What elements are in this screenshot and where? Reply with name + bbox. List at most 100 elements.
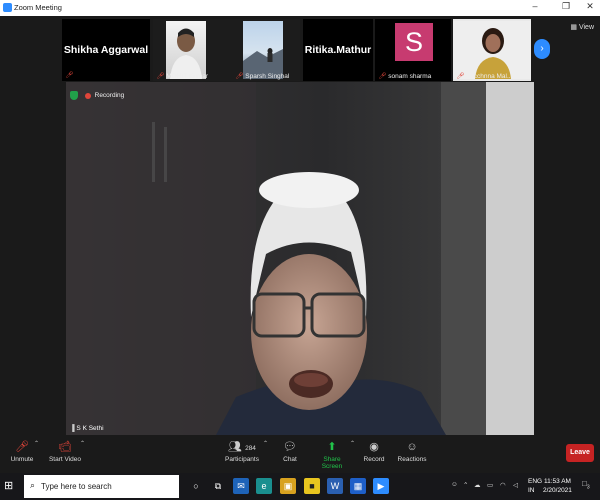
participant-name: Yacchnna Mal... xyxy=(466,73,513,80)
share-screen-button[interactable]: ⬆︎ Share Screen xyxy=(313,438,351,470)
edge-icon[interactable]: e xyxy=(256,478,272,494)
participants-icon: 👥︎ 284 xyxy=(228,441,256,453)
search-placeholder: Type here to search xyxy=(41,482,112,491)
signal-icon: ▐ xyxy=(70,425,75,432)
language-bottom: IN xyxy=(528,487,535,494)
chevron-up-icon[interactable]: ⌃ xyxy=(34,440,39,447)
participant-tile[interactable]: Shikha Aggarwal 🎤︎ xyxy=(62,19,150,81)
taskbar: ⊞ ⌕ Type here to search ○ ⧉ ✉ e ▣ ■ W ▦ … xyxy=(0,473,600,500)
mic-muted-footer: 🎤︎ xyxy=(65,71,75,79)
participant-tile[interactable]: 🎤︎ Sparsh Singhal xyxy=(232,19,300,81)
recording-indicator: Recording xyxy=(70,91,124,100)
participant-video xyxy=(453,21,531,79)
mic-muted-icon: 🎤︎ xyxy=(235,73,244,80)
clock-time: 11:53 AM xyxy=(543,478,571,485)
taskbar-search-box[interactable]: ⌕ Type here to search xyxy=(24,475,179,498)
smiley-icon: ☺ xyxy=(406,441,418,453)
person-photo xyxy=(475,28,511,79)
reactions-button[interactable]: ☺ Reactions xyxy=(397,438,427,463)
recording-dot-icon xyxy=(84,92,91,99)
wifi-icon[interactable]: ◠ xyxy=(500,481,506,489)
task-view-icon[interactable]: ⧉ xyxy=(210,478,226,494)
notification-icon[interactable]: □3 xyxy=(582,479,590,491)
reactions-label: Reactions xyxy=(397,456,427,463)
clock-date: 2/20/2021 xyxy=(543,487,572,494)
zoom-app-icon xyxy=(3,3,12,12)
speaker-video-frame xyxy=(66,82,534,435)
participant-footer: 🎤︎ MOHIT Kumar xyxy=(156,72,208,80)
speaker-name-tag: ▐ S K Sethi xyxy=(70,425,104,432)
participant-tile[interactable]: 🎤︎ MOHIT Kumar xyxy=(153,19,244,81)
search-icon: ⌕ xyxy=(30,480,36,490)
participant-footer: 🎤︎ Sparsh Singhal xyxy=(235,72,289,80)
record-label: Record xyxy=(363,456,385,463)
participant-name: sonam sharma xyxy=(388,73,432,80)
store-icon[interactable]: ▦ xyxy=(350,478,366,494)
word-icon[interactable]: W xyxy=(327,478,343,494)
start-video-button[interactable]: 📹︎ Start Video xyxy=(48,438,82,463)
window-title: Zoom Meeting xyxy=(14,3,62,12)
participant-video xyxy=(243,21,283,79)
chat-button[interactable]: 💬︎ Chat xyxy=(280,438,300,463)
participant-name: Ritika.Mathur xyxy=(304,44,372,56)
mic-muted-icon: 🎤︎ xyxy=(15,441,29,453)
speaker-video[interactable]: Recording ▐ S K Sethi xyxy=(66,82,534,435)
mail-icon[interactable]: ✉ xyxy=(233,478,249,494)
speaker-name: S K Sethi xyxy=(76,425,104,432)
mic-muted-icon: 🎤︎ xyxy=(378,73,387,80)
record-button[interactable]: ◉ Record xyxy=(362,438,386,463)
participants-count: 284 xyxy=(245,445,256,452)
next-page-button[interactable]: › xyxy=(534,39,550,59)
participant-name: MOHIT Kumar xyxy=(166,73,209,80)
chevron-up-icon[interactable]: ⌃ xyxy=(350,440,355,447)
mic-muted-icon: 🎤︎ xyxy=(456,73,465,80)
language-top: ENG xyxy=(528,478,543,485)
record-icon: ◉ xyxy=(369,441,379,453)
gallery-strip: Shikha Aggarwal 🎤︎ 🎤︎ MOHIT Kumar 🎤︎ Spars… xyxy=(0,16,600,82)
start-video-label: Start Video xyxy=(48,456,82,463)
sticky-notes-icon[interactable]: ■ xyxy=(304,478,320,494)
mic-muted-icon: 🎤︎ xyxy=(65,72,74,79)
view-label: View xyxy=(578,24,594,31)
meeting-toolbar: 🎤︎ Unmute ⌃ 📹︎ Start Video ⌃ 👥︎ 284 Part… xyxy=(0,435,600,473)
language-indicator[interactable]: ENG IN xyxy=(528,477,542,495)
chevron-up-icon[interactable]: ⌃ xyxy=(463,481,468,489)
participant-tile[interactable]: 🎤︎ Yacchnna Mal... xyxy=(453,19,531,81)
minimize-button[interactable]: – xyxy=(528,1,542,14)
close-button[interactable]: ✕ xyxy=(583,1,597,14)
file-explorer-icon[interactable]: ▣ xyxy=(280,478,296,494)
grid-icon: ▦ xyxy=(570,24,577,31)
people-icon[interactable]: ☺ xyxy=(451,481,458,488)
landscape-photo xyxy=(243,48,283,79)
onedrive-icon[interactable]: ☁ xyxy=(474,481,481,489)
share-screen-label: Share Screen xyxy=(321,456,343,470)
chat-label: Chat xyxy=(283,456,297,463)
cortana-icon[interactable]: ○ xyxy=(188,478,204,494)
participant-video xyxy=(166,21,206,79)
mic-muted-icon: 🎤︎ xyxy=(156,73,165,80)
maximize-button[interactable]: ❐ xyxy=(559,1,573,14)
participant-name: Shikha Aggarwal xyxy=(63,44,149,56)
volume-icon[interactable]: ◁ xyxy=(513,481,518,489)
avatar: S xyxy=(395,23,433,61)
person-silhouette xyxy=(170,28,202,79)
zoom-taskbar-icon[interactable]: ▶ xyxy=(373,478,389,494)
participants-button[interactable]: 👥︎ 284 Participants xyxy=(222,438,262,463)
video-off-icon: 📹︎ xyxy=(58,441,72,453)
chevron-up-icon[interactable]: ⌃ xyxy=(263,440,268,447)
participant-tile[interactable]: Ritika.Mathur xyxy=(303,19,373,81)
battery-icon[interactable]: ▭ xyxy=(487,481,493,489)
participant-footer: 🎤︎ Yacchnna Mal... xyxy=(456,72,512,80)
chevron-up-icon[interactable]: ⌃ xyxy=(80,440,85,447)
unmute-button[interactable]: 🎤︎ Unmute xyxy=(8,438,36,463)
shield-icon xyxy=(70,91,78,100)
participant-footer: 🎤︎ sonam sharma xyxy=(378,72,431,80)
view-button[interactable]: ▦ View xyxy=(570,23,594,31)
participant-tile[interactable]: S 🎤︎ sonam sharma xyxy=(375,19,451,81)
leave-button[interactable]: Leave xyxy=(566,444,594,462)
windows-start-icon[interactable]: ⊞ xyxy=(4,479,18,493)
title-bar: Zoom Meeting – ❐ ✕ xyxy=(0,0,600,16)
chat-icon: 💬︎ xyxy=(283,441,297,453)
share-screen-icon: ⬆︎ xyxy=(327,441,337,453)
clock[interactable]: 11:53 AM 2/20/2021 xyxy=(543,477,572,495)
